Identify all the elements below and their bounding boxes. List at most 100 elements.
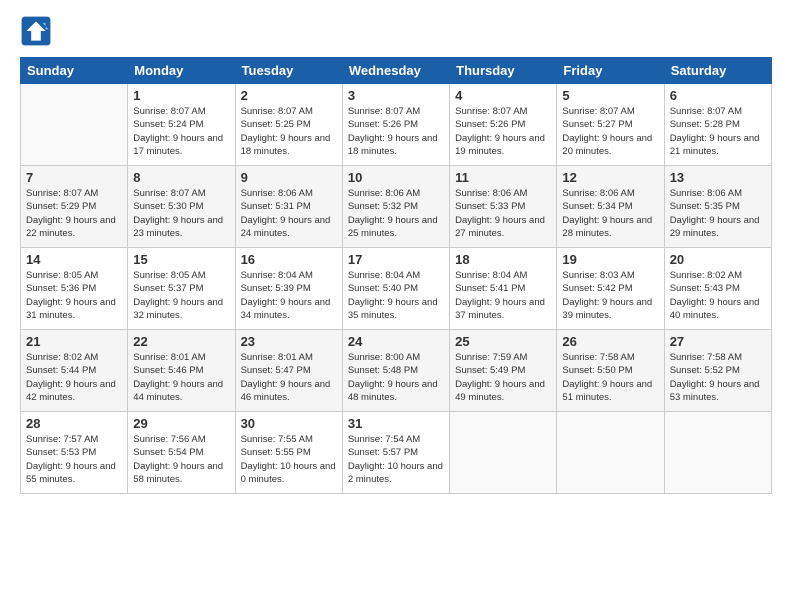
day-number: 12 xyxy=(562,170,658,185)
calendar-cell: 19 Sunrise: 8:03 AMSunset: 5:42 PMDayligh… xyxy=(557,248,664,330)
calendar-cell: 6Sunrise: 8:07 AMSunset: 5:28 PMDaylight… xyxy=(664,84,771,166)
calendar-cell xyxy=(557,412,664,494)
day-info: Sunrise: 8:04 AMSunset: 5:40 PMDaylight:… xyxy=(348,269,444,322)
day-info: Sunrise: 8:01 AMSunset: 5:47 PMDaylight:… xyxy=(241,351,337,404)
calendar-cell: 28 Sunrise: 7:57 AMSunset: 5:53 PMDayligh… xyxy=(21,412,128,494)
day-info: Sunrise: 8:02 AMSunset: 5:43 PMDaylight:… xyxy=(670,269,766,322)
day-number: 5 xyxy=(562,88,658,103)
day-number: 26 xyxy=(562,334,658,349)
calendar-cell: 25 Sunrise: 7:59 AMSunset: 5:49 PMDayligh… xyxy=(450,330,557,412)
calendar-cell xyxy=(21,84,128,166)
day-info: Sunrise: 8:07 AMSunset: 5:27 PMDaylight:… xyxy=(562,105,658,158)
day-info: Sunrise: 7:57 AMSunset: 5:53 PMDaylight:… xyxy=(26,433,122,486)
day-info: Sunrise: 8:07 AMSunset: 5:28 PMDaylight:… xyxy=(670,105,766,158)
day-info: Sunrise: 8:07 AMSunset: 5:24 PMDaylight:… xyxy=(133,105,229,158)
calendar-cell: 14 Sunrise: 8:05 AMSunset: 5:36 PMDayligh… xyxy=(21,248,128,330)
week-row-3: 14 Sunrise: 8:05 AMSunset: 5:36 PMDayligh… xyxy=(21,248,772,330)
day-info: Sunrise: 8:03 AMSunset: 5:42 PMDaylight:… xyxy=(562,269,658,322)
week-row-2: 7 Sunrise: 8:07 AMSunset: 5:29 PMDaylight… xyxy=(21,166,772,248)
day-number: 4 xyxy=(455,88,551,103)
calendar-cell: 27Sunrise: 7:58 AMSunset: 5:52 PMDayligh… xyxy=(664,330,771,412)
header-row: SundayMondayTuesdayWednesdayThursdayFrid… xyxy=(21,58,772,84)
day-header-tuesday: Tuesday xyxy=(235,58,342,84)
day-info: Sunrise: 8:07 AMSunset: 5:29 PMDaylight:… xyxy=(26,187,122,240)
day-info: Sunrise: 8:06 AMSunset: 5:35 PMDaylight:… xyxy=(670,187,766,240)
day-number: 13 xyxy=(670,170,766,185)
logo xyxy=(20,15,56,47)
day-number: 14 xyxy=(26,252,122,267)
calendar-cell: 2Sunrise: 8:07 AMSunset: 5:25 PMDaylight… xyxy=(235,84,342,166)
day-number: 29 xyxy=(133,416,229,431)
day-info: Sunrise: 8:01 AMSunset: 5:46 PMDaylight:… xyxy=(133,351,229,404)
day-info: Sunrise: 8:00 AMSunset: 5:48 PMDaylight:… xyxy=(348,351,444,404)
calendar-cell xyxy=(450,412,557,494)
calendar-header: SundayMondayTuesdayWednesdayThursdayFrid… xyxy=(21,58,772,84)
day-number: 28 xyxy=(26,416,122,431)
day-number: 16 xyxy=(241,252,337,267)
day-info: Sunrise: 8:07 AMSunset: 5:26 PMDaylight:… xyxy=(348,105,444,158)
day-info: Sunrise: 7:56 AMSunset: 5:54 PMDaylight:… xyxy=(133,433,229,486)
calendar-cell: 9 Sunrise: 8:06 AMSunset: 5:31 PMDaylight… xyxy=(235,166,342,248)
calendar-cell: 7 Sunrise: 8:07 AMSunset: 5:29 PMDaylight… xyxy=(21,166,128,248)
calendar-cell: 10Sunrise: 8:06 AMSunset: 5:32 PMDayligh… xyxy=(342,166,449,248)
day-number: 31 xyxy=(348,416,444,431)
calendar-cell: 18Sunrise: 8:04 AMSunset: 5:41 PMDayligh… xyxy=(450,248,557,330)
calendar-cell: 4 Sunrise: 8:07 AMSunset: 5:26 PMDaylight… xyxy=(450,84,557,166)
day-number: 7 xyxy=(26,170,122,185)
day-info: Sunrise: 7:54 AMSunset: 5:57 PMDaylight:… xyxy=(348,433,444,486)
day-header-saturday: Saturday xyxy=(664,58,771,84)
calendar-cell: 17 Sunrise: 8:04 AMSunset: 5:40 PMDayligh… xyxy=(342,248,449,330)
day-info: Sunrise: 7:58 AMSunset: 5:50 PMDaylight:… xyxy=(562,351,658,404)
day-info: Sunrise: 8:05 AMSunset: 5:37 PMDaylight:… xyxy=(133,269,229,322)
calendar-cell: 15 Sunrise: 8:05 AMSunset: 5:37 PMDayligh… xyxy=(128,248,235,330)
calendar-table: SundayMondayTuesdayWednesdayThursdayFrid… xyxy=(20,57,772,494)
day-number: 19 xyxy=(562,252,658,267)
day-info: Sunrise: 8:07 AMSunset: 5:26 PMDaylight:… xyxy=(455,105,551,158)
day-info: Sunrise: 8:06 AMSunset: 5:34 PMDaylight:… xyxy=(562,187,658,240)
calendar-cell: 31 Sunrise: 7:54 AMSunset: 5:57 PMDayligh… xyxy=(342,412,449,494)
week-row-5: 28 Sunrise: 7:57 AMSunset: 5:53 PMDayligh… xyxy=(21,412,772,494)
calendar-cell: 22Sunrise: 8:01 AMSunset: 5:46 PMDayligh… xyxy=(128,330,235,412)
day-number: 10 xyxy=(348,170,444,185)
day-number: 25 xyxy=(455,334,551,349)
calendar-cell xyxy=(664,412,771,494)
day-number: 27 xyxy=(670,334,766,349)
calendar-cell: 21Sunrise: 8:02 AMSunset: 5:44 PMDayligh… xyxy=(21,330,128,412)
calendar-cell: 20Sunrise: 8:02 AMSunset: 5:43 PMDayligh… xyxy=(664,248,771,330)
day-header-monday: Monday xyxy=(128,58,235,84)
week-row-1: 1Sunrise: 8:07 AMSunset: 5:24 PMDaylight… xyxy=(21,84,772,166)
day-number: 23 xyxy=(241,334,337,349)
day-info: Sunrise: 8:06 AMSunset: 5:33 PMDaylight:… xyxy=(455,187,551,240)
day-info: Sunrise: 8:05 AMSunset: 5:36 PMDaylight:… xyxy=(26,269,122,322)
header xyxy=(20,15,772,47)
day-number: 9 xyxy=(241,170,337,185)
calendar-cell: 29 Sunrise: 7:56 AMSunset: 5:54 PMDayligh… xyxy=(128,412,235,494)
day-number: 18 xyxy=(455,252,551,267)
day-info: Sunrise: 8:02 AMSunset: 5:44 PMDaylight:… xyxy=(26,351,122,404)
calendar-cell: 5 Sunrise: 8:07 AMSunset: 5:27 PMDaylight… xyxy=(557,84,664,166)
calendar-cell: 16 Sunrise: 8:04 AMSunset: 5:39 PMDayligh… xyxy=(235,248,342,330)
calendar-cell: 26 Sunrise: 7:58 AMSunset: 5:50 PMDayligh… xyxy=(557,330,664,412)
day-number: 3 xyxy=(348,88,444,103)
calendar-cell: 13 Sunrise: 8:06 AMSunset: 5:35 PMDayligh… xyxy=(664,166,771,248)
day-info: Sunrise: 8:06 AMSunset: 5:31 PMDaylight:… xyxy=(241,187,337,240)
day-number: 24 xyxy=(348,334,444,349)
day-info: Sunrise: 7:59 AMSunset: 5:49 PMDaylight:… xyxy=(455,351,551,404)
day-number: 11 xyxy=(455,170,551,185)
day-header-friday: Friday xyxy=(557,58,664,84)
day-number: 17 xyxy=(348,252,444,267)
day-info: Sunrise: 8:07 AMSunset: 5:30 PMDaylight:… xyxy=(133,187,229,240)
calendar-cell: 24 Sunrise: 8:00 AMSunset: 5:48 PMDayligh… xyxy=(342,330,449,412)
calendar-cell: 1Sunrise: 8:07 AMSunset: 5:24 PMDaylight… xyxy=(128,84,235,166)
day-header-sunday: Sunday xyxy=(21,58,128,84)
day-info: Sunrise: 8:04 AMSunset: 5:39 PMDaylight:… xyxy=(241,269,337,322)
day-info: Sunrise: 7:55 AMSunset: 5:55 PMDaylight:… xyxy=(241,433,337,486)
day-info: Sunrise: 8:07 AMSunset: 5:25 PMDaylight:… xyxy=(241,105,337,158)
calendar-cell: 11 Sunrise: 8:06 AMSunset: 5:33 PMDayligh… xyxy=(450,166,557,248)
calendar-cell: 3 Sunrise: 8:07 AMSunset: 5:26 PMDaylight… xyxy=(342,84,449,166)
day-number: 15 xyxy=(133,252,229,267)
calendar-cell: 23 Sunrise: 8:01 AMSunset: 5:47 PMDayligh… xyxy=(235,330,342,412)
week-row-4: 21Sunrise: 8:02 AMSunset: 5:44 PMDayligh… xyxy=(21,330,772,412)
calendar-cell: 12 Sunrise: 8:06 AMSunset: 5:34 PMDayligh… xyxy=(557,166,664,248)
calendar-cell: 30Sunrise: 7:55 AMSunset: 5:55 PMDayligh… xyxy=(235,412,342,494)
